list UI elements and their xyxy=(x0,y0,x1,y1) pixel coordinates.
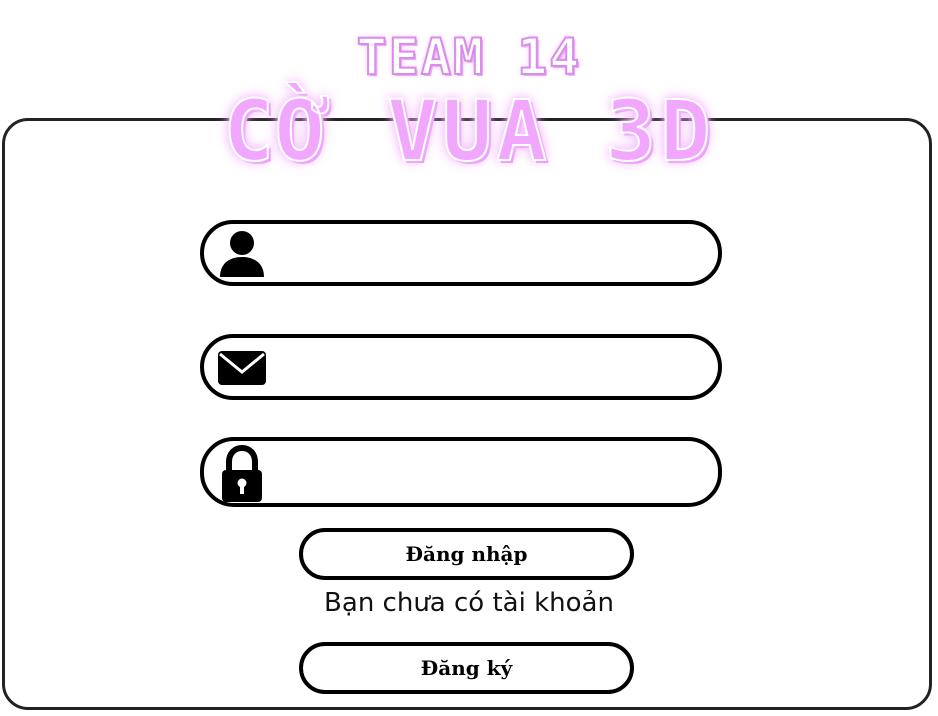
no-account-text: Bạn chưa có tài khoản xyxy=(324,588,614,618)
login-button[interactable]: Đăng nhập xyxy=(299,528,634,580)
email-input[interactable] xyxy=(280,346,692,388)
login-card xyxy=(2,118,932,710)
envelope-icon xyxy=(214,339,270,395)
user-icon xyxy=(214,225,270,281)
lock-icon xyxy=(214,444,270,502)
username-input[interactable] xyxy=(280,232,692,274)
register-button[interactable]: Đăng ký xyxy=(299,642,634,694)
login-screen: TEAM 14 CỜ VUA 3D Đăng nhập Bạn chưa có … xyxy=(0,0,938,716)
logo-team-text: TEAM 14 xyxy=(356,27,582,87)
password-field[interactable] xyxy=(200,437,722,507)
password-input[interactable] xyxy=(280,449,692,495)
username-field[interactable] xyxy=(200,220,722,286)
email-field[interactable] xyxy=(200,334,722,400)
